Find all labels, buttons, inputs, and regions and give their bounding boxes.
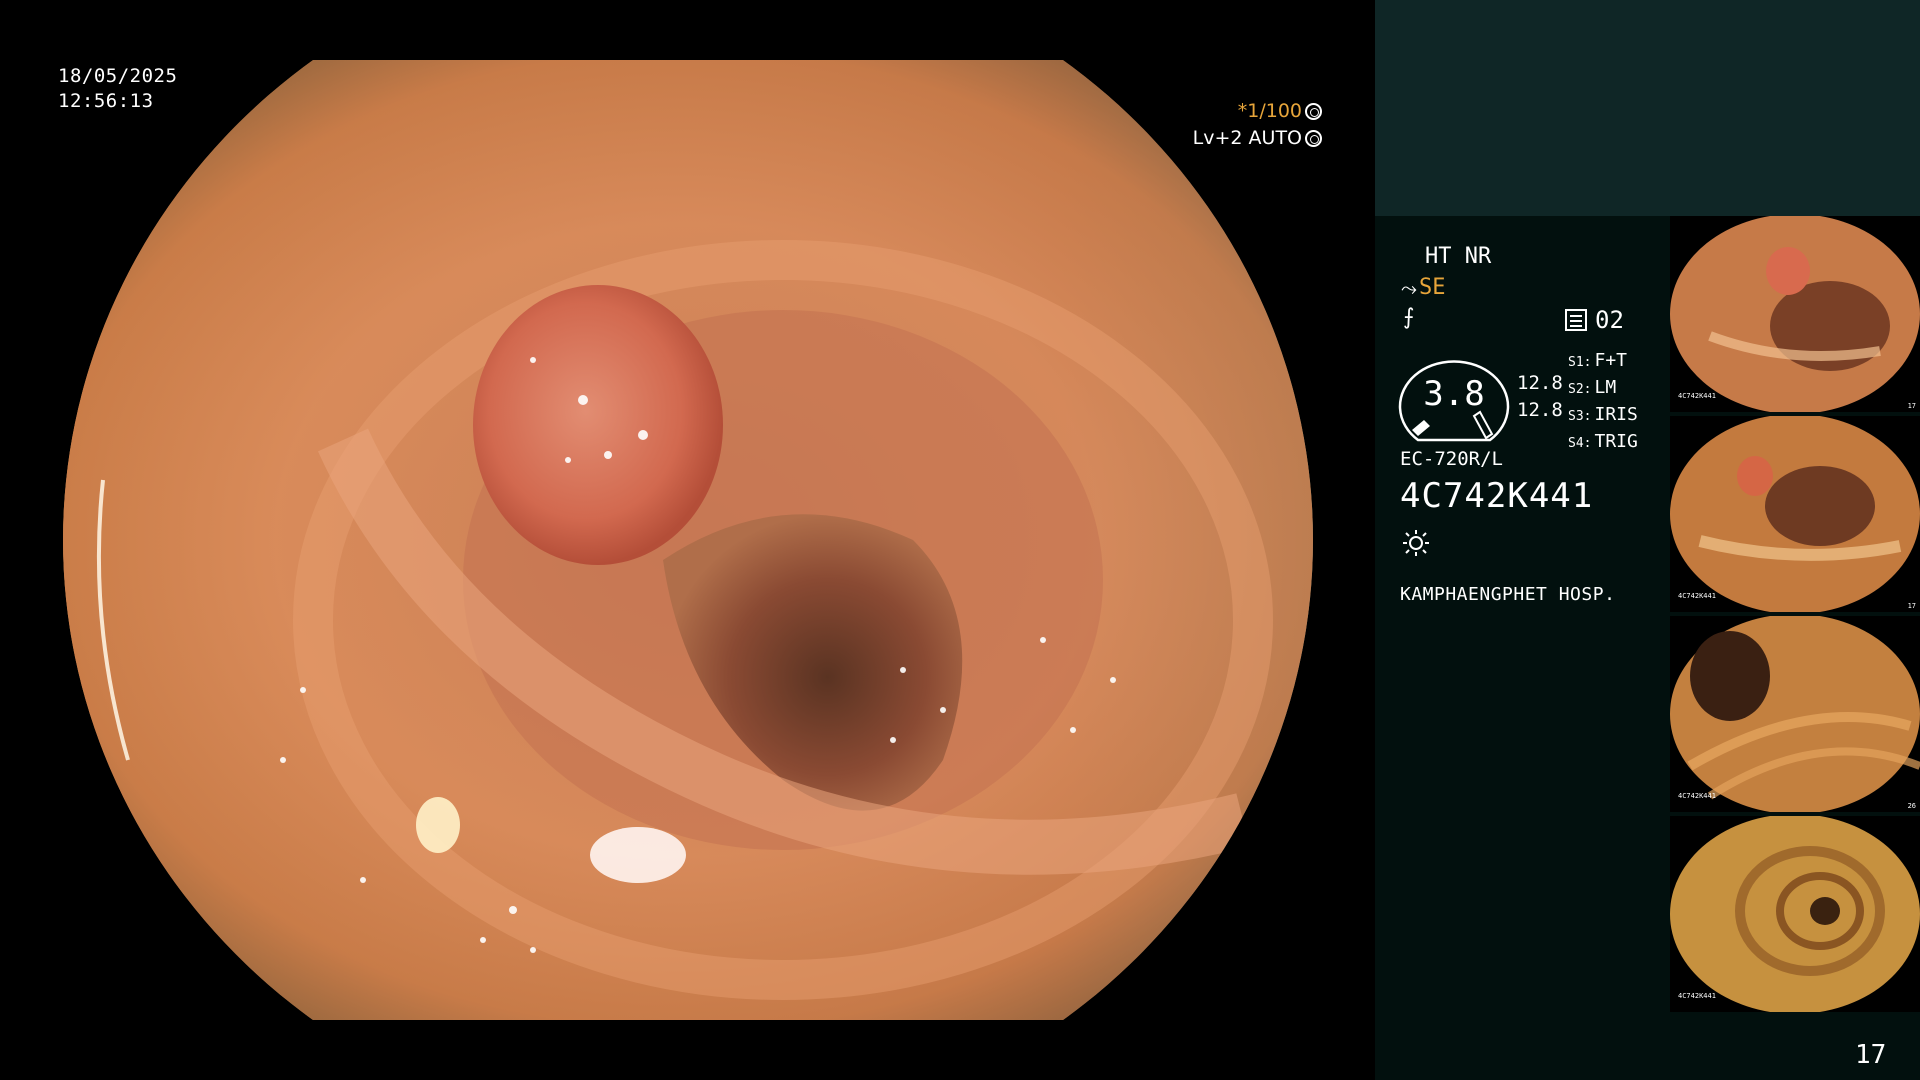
f-slash-icon: ⨍ [1403,305,1415,330]
thumbnail-label: 4C742K441 [1678,592,1716,600]
shutter-speed-label: *1/100 [1237,100,1302,122]
iris-icon [1305,130,1322,147]
thumbnail-label: 4C742K441 [1678,392,1716,400]
panel-header [1375,0,1920,216]
exposure-display: *1/100 Lv+2 AUTO [1150,98,1322,152]
mode-label: HT NR [1425,244,1492,269]
gauge-value: 3.8 [1423,374,1485,414]
gauge-readings: 12.8 12.8 [1517,370,1563,424]
hospital-name: KAMPHAENGPHET HOSP. [1400,584,1616,605]
hook-icon: ⤳ [1401,275,1417,300]
counter-label: 02 [1595,306,1624,334]
switch-item: S2: LM [1568,377,1617,398]
page-number: 17 [1855,1040,1887,1070]
thumbnail-index: 17 [1907,402,1916,410]
image-counter: 02 [1565,306,1624,334]
time-label: 12:56:13 [58,90,154,112]
switch-assignments: S1: F+T S2: LM S3: IRIS S4: TRIG [1568,348,1638,456]
reading-2: 12.8 [1517,399,1563,421]
shutter-icon [1305,103,1322,120]
side-panel: HT NR ⤳ SE ⨍ 02 3.8 12.8 12.8 S1: F+T S2:… [1375,0,1920,1080]
enhancement-label: SE [1419,275,1446,300]
scope-model: EC-720R/L [1400,448,1503,470]
thumbnail-3[interactable]: 4C742K441 26 [1670,616,1920,812]
switch-item: S1: F+T [1568,350,1627,371]
thumbnail-index: 17 [1907,602,1916,610]
datetime-display: 18/05/2025 12:56:13 [58,64,177,114]
endoscopy-image [63,60,1313,1020]
thumbnail-1[interactable]: 4C742K441 17 [1670,216,1920,412]
sun-icon [1403,530,1429,556]
brightness-gauge: 3.8 [1398,350,1510,442]
main-endoscopy-view: 18/05/2025 12:56:13 *1/100 Lv+2 AUTO [0,0,1375,1080]
thumbnail-label: 4C742K441 [1678,992,1716,1000]
switch-item: S4: TRIG [1568,431,1638,452]
thumbnail-4[interactable]: 4C742K441 [1670,816,1920,1012]
reading-1: 12.8 [1517,372,1563,394]
scope-serial: 4C742K441 [1400,476,1594,516]
date-label: 18/05/2025 [58,65,178,87]
iris-mode-label: Lv+2 AUTO [1192,127,1302,149]
enhancement-indicator: ⤳ SE [1401,275,1446,300]
switch-item: S3: IRIS [1568,404,1638,425]
menu-box-icon [1565,309,1587,331]
thumbnail-2[interactable]: 4C742K441 17 [1670,416,1920,612]
thumbnail-index: 26 [1907,802,1916,810]
thumbnail-label: 4C742K441 [1678,792,1716,800]
